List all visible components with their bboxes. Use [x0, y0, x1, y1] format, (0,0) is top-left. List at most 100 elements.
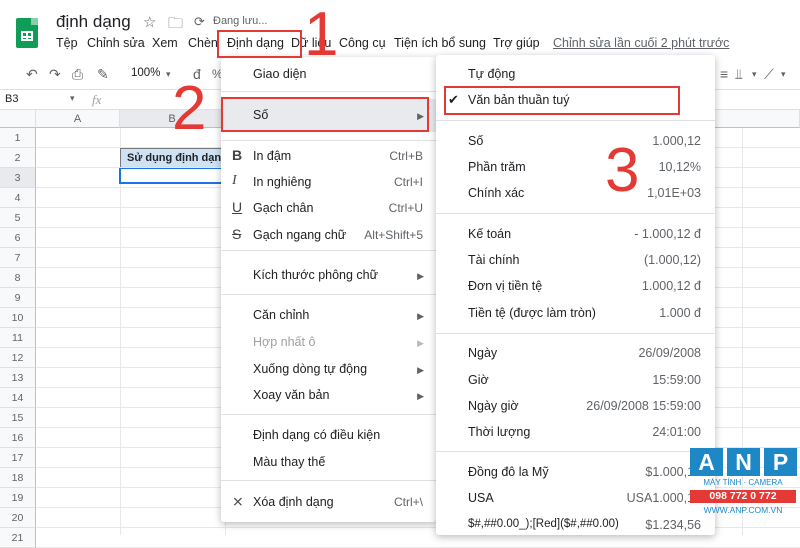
number-item-example: 26/09/2008	[638, 346, 701, 360]
cell-b2[interactable]: Sử dụng định dạng	[120, 148, 224, 168]
submenu-arrow-icon: ▶	[417, 311, 424, 321]
format-wrap[interactable]: Xuống dòng tự động	[253, 362, 367, 376]
selected-cell-b3[interactable]	[119, 167, 225, 184]
sheets-logo-icon[interactable]	[16, 18, 38, 48]
strikethrough-icon: S	[232, 226, 242, 242]
number-item[interactable]: Tiền tệ (được làm tròn)	[468, 306, 596, 320]
menu-help[interactable]: Trợ giúp	[493, 36, 540, 50]
star-icon[interactable]: ☆	[143, 13, 156, 31]
number-item-example: 1,01E+03	[647, 186, 701, 200]
number-item-example: 24:01:00	[652, 425, 701, 439]
menu-tools[interactable]: Công cụ	[339, 36, 386, 50]
number-item-example: 15:59:00	[652, 373, 701, 387]
undo-icon[interactable]: ↶	[26, 66, 38, 83]
format-font-size[interactable]: Kích thước phông chữ	[253, 268, 378, 282]
number-item[interactable]: $#,##0.00_);[Red]($#,##0.00)	[468, 518, 619, 530]
number-item[interactable]: Thời lượng	[468, 425, 530, 439]
print-icon[interactable]: ⎙	[72, 66, 83, 83]
grid-line	[120, 128, 121, 535]
format-italic[interactable]: In nghiêng	[253, 175, 311, 189]
row-header[interactable]: 2	[0, 148, 36, 168]
text-rotation-dropdown-icon[interactable]: ▾	[781, 69, 786, 80]
menu-divider	[221, 250, 436, 251]
number-item[interactable]: Tài chính	[468, 253, 519, 267]
row-header[interactable]: 14	[0, 388, 36, 408]
name-box-dropdown-icon[interactable]: ▾	[70, 93, 75, 104]
annotation-number-1: 1	[304, 0, 339, 69]
number-item[interactable]: Đồng đô la Mỹ	[468, 465, 549, 479]
name-box[interactable]: B3	[5, 93, 18, 105]
format-clear[interactable]: Xóa định dạng	[253, 495, 334, 509]
row-header[interactable]: 10	[0, 308, 36, 328]
logo-tagline: MÁY TÍNH · CAMERA	[703, 478, 783, 487]
annotation-box-number	[221, 97, 429, 132]
clear-shortcut: Ctrl+\	[393, 495, 423, 509]
row-header[interactable]: 15	[0, 408, 36, 428]
row-header[interactable]: 19	[0, 488, 36, 508]
logo-letter: P	[764, 448, 797, 476]
text-wrap-icon[interactable]: ≡	[720, 66, 728, 82]
row-header[interactable]: 16	[0, 428, 36, 448]
row-header[interactable]: 17	[0, 448, 36, 468]
menu-insert[interactable]: Chèn	[188, 36, 218, 50]
menu-divider	[221, 91, 436, 92]
annotation-number-2: 2	[172, 74, 207, 143]
number-item[interactable]: Ngày giờ	[468, 399, 519, 413]
number-item-example: - 1.000,12 đ	[634, 227, 701, 241]
number-item[interactable]: Đơn vị tiền tệ	[468, 279, 542, 293]
number-item-example: 10,12%	[658, 160, 701, 174]
number-automatic[interactable]: Tự động	[468, 67, 515, 81]
menu-divider	[221, 294, 436, 295]
row-header[interactable]: 8	[0, 268, 36, 288]
submenu-arrow-icon: ▶	[417, 391, 424, 401]
number-item[interactable]: Số	[468, 134, 483, 148]
annotation-number-3: 3	[605, 136, 640, 205]
menu-edit[interactable]: Chỉnh sửa	[87, 36, 145, 50]
row-header[interactable]: 9	[0, 288, 36, 308]
paint-format-icon[interactable]: ✎	[97, 66, 109, 83]
row-header[interactable]: 11	[0, 328, 36, 348]
format-merge[interactable]: Hợp nhất ô	[253, 335, 315, 349]
number-item[interactable]: Giờ	[468, 373, 489, 387]
row-header[interactable]: 20	[0, 508, 36, 528]
format-conditional[interactable]: Định dạng có điều kiện	[253, 428, 380, 442]
menu-file[interactable]: Tệp	[56, 36, 78, 50]
number-item[interactable]: USA	[468, 491, 494, 505]
row-header[interactable]: 21	[0, 528, 36, 548]
annotation-box-format-menu	[217, 30, 302, 58]
number-item[interactable]: Chính xác	[468, 186, 524, 200]
format-bold[interactable]: In đậm	[253, 149, 291, 163]
column-header-a[interactable]: A	[36, 110, 120, 128]
row-header[interactable]: 7	[0, 248, 36, 268]
number-item[interactable]: Kế toán	[468, 227, 511, 241]
number-item[interactable]: Phần trăm	[468, 160, 526, 174]
vertical-align-dropdown-icon[interactable]: ▾	[752, 69, 757, 80]
move-folder-icon[interactable]: 🗀	[168, 13, 183, 38]
format-underline[interactable]: Gạch chân	[253, 201, 313, 215]
zoom-dropdown-icon[interactable]: ▾	[166, 69, 171, 80]
row-header[interactable]: 4	[0, 188, 36, 208]
row-header[interactable]: 12	[0, 348, 36, 368]
document-title[interactable]: định dạng	[56, 12, 131, 32]
zoom-select[interactable]: 100%	[131, 67, 160, 79]
format-align[interactable]: Căn chỉnh	[253, 308, 309, 322]
format-rotate[interactable]: Xoay văn bản	[253, 388, 329, 402]
last-edit-link[interactable]: Chỉnh sửa lần cuối 2 phút trước	[553, 36, 729, 50]
vertical-align-icon[interactable]: ⫫	[735, 66, 743, 83]
format-alternating-colors[interactable]: Màu thay thế	[253, 455, 325, 469]
format-theme[interactable]: Giao diện	[253, 67, 307, 81]
row-header[interactable]: 6	[0, 228, 36, 248]
select-all-corner[interactable]	[0, 110, 36, 128]
row-header[interactable]: 5	[0, 208, 36, 228]
menu-view[interactable]: Xem	[152, 36, 178, 50]
format-strikethrough[interactable]: Gạch ngang chữ	[253, 228, 346, 242]
text-rotation-icon[interactable]: ⟋	[764, 66, 774, 83]
strikethrough-shortcut: Alt+Shift+5	[364, 228, 423, 242]
number-item[interactable]: Ngày	[468, 346, 497, 360]
row-header[interactable]: 18	[0, 468, 36, 488]
redo-icon[interactable]: ↷	[49, 66, 61, 83]
row-header[interactable]: 13	[0, 368, 36, 388]
row-header[interactable]: 3	[0, 168, 36, 188]
menu-addons[interactable]: Tiện ích bổ sung	[394, 36, 486, 50]
row-header[interactable]: 1	[0, 128, 36, 148]
